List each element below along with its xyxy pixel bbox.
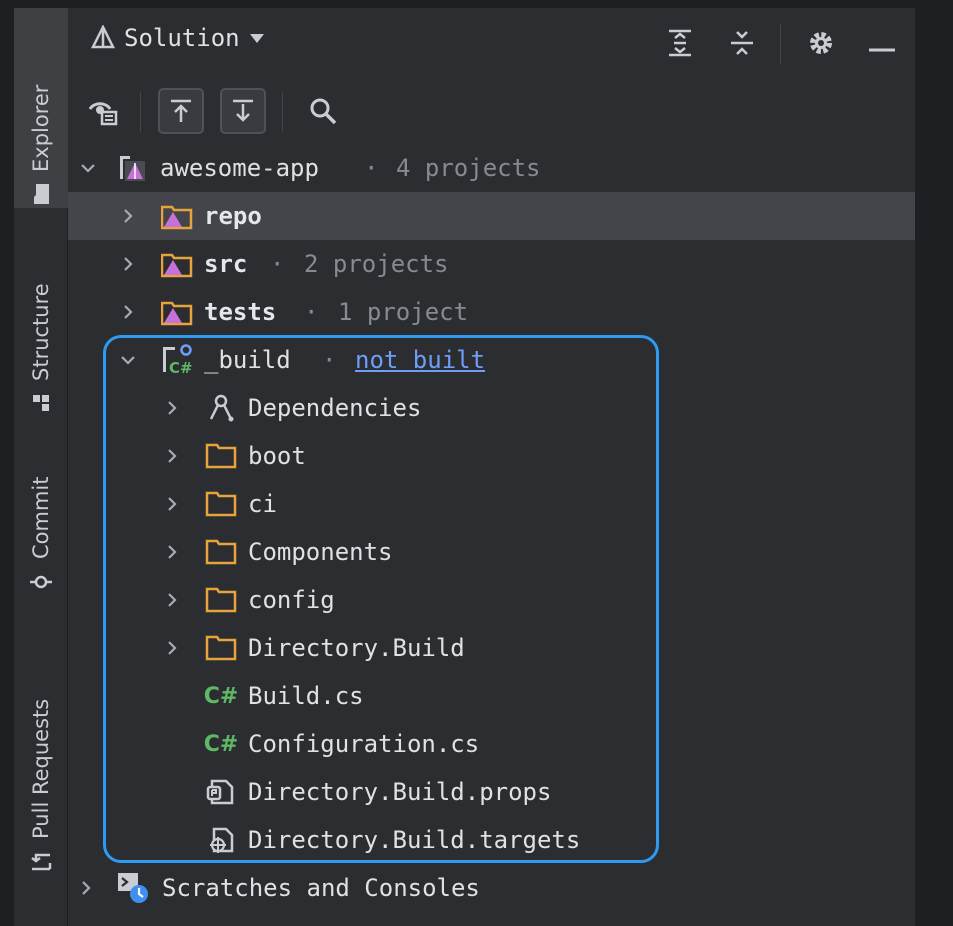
folder-name: tests xyxy=(204,298,277,326)
commit-icon xyxy=(30,575,52,589)
separator-dot: · xyxy=(304,298,319,326)
solution-folder-icon xyxy=(160,295,194,329)
tool-tab-pull-requests[interactable]: Pull Requests xyxy=(14,633,68,873)
gear-icon xyxy=(810,32,832,54)
view-options-icon xyxy=(88,102,118,126)
tool-tab-label: Explorer xyxy=(29,84,53,172)
toolbar-separator xyxy=(140,92,141,132)
chevron-down-icon xyxy=(249,34,264,43)
rider-solution-icon xyxy=(90,25,116,49)
folder-name: src xyxy=(204,250,248,278)
tool-tab-structure[interactable]: Structure xyxy=(14,233,68,413)
scroll-to-source-button[interactable] xyxy=(220,88,266,134)
solution-icon xyxy=(116,151,150,185)
collapse-all-button[interactable] xyxy=(728,28,756,62)
minimize-icon xyxy=(869,48,895,52)
chevron-right-icon[interactable] xyxy=(120,304,136,320)
panel-header: Solution xyxy=(68,8,915,76)
scroll-to-source-icon xyxy=(233,99,253,122)
expand-all-button[interactable] xyxy=(666,28,694,62)
scroll-from-source-icon xyxy=(171,99,191,122)
search-icon xyxy=(310,98,337,125)
node-label: Scratches and Consoles xyxy=(162,874,480,902)
panel-toolbar xyxy=(68,78,915,138)
structure-icon xyxy=(33,395,49,411)
project-count: 2 projects xyxy=(304,250,449,278)
tool-window-strip: Explorer Structure Commit Pull Requests xyxy=(14,8,68,926)
chevron-right-icon[interactable] xyxy=(120,208,136,224)
minimize-button[interactable] xyxy=(868,38,896,57)
solution-folder-icon xyxy=(160,247,194,281)
settings-button[interactable] xyxy=(806,28,836,62)
chevron-down-icon[interactable] xyxy=(80,160,96,176)
project-count: 4 projects xyxy=(396,154,541,182)
solution-view-label: Solution xyxy=(124,24,240,52)
scroll-from-source-button[interactable] xyxy=(158,88,204,134)
collapse-all-icon xyxy=(731,31,753,55)
separator-dot: · xyxy=(270,250,285,278)
folder-icon xyxy=(34,184,49,204)
scratches-icon xyxy=(116,871,150,905)
toolbar-separator xyxy=(282,92,283,132)
search-button[interactable] xyxy=(300,88,346,134)
tool-tab-label: Structure xyxy=(29,283,53,381)
tree-node-folder[interactable]: repo xyxy=(68,192,915,240)
expand-all-icon xyxy=(669,29,691,57)
highlight-outline xyxy=(103,335,659,863)
separator-dot: · xyxy=(364,154,379,182)
tree-node-scratches[interactable]: Scratches and Consoles xyxy=(68,864,915,912)
tool-tab-commit[interactable]: Commit xyxy=(14,453,68,593)
tool-tab-label: Pull Requests xyxy=(29,698,53,839)
pull-request-icon xyxy=(31,853,52,871)
tool-tab-explorer[interactable]: Explorer xyxy=(14,8,68,208)
chevron-right-icon[interactable] xyxy=(78,880,94,896)
tool-tab-label: Commit xyxy=(29,476,53,560)
solution-name: awesome-app xyxy=(160,154,319,182)
project-count: 1 project xyxy=(338,298,469,326)
tree-node-folder[interactable]: src · 2 projects xyxy=(68,240,915,288)
solution-folder-icon xyxy=(160,199,194,233)
solution-view-dropdown[interactable]: Solution xyxy=(90,24,266,52)
tree-node-folder[interactable]: tests · 1 project xyxy=(68,288,915,336)
chevron-right-icon[interactable] xyxy=(120,256,136,272)
tree-node-solution[interactable]: awesome-app · 4 projects xyxy=(68,144,915,192)
view-options-button[interactable] xyxy=(80,88,126,134)
folder-name: repo xyxy=(204,202,262,230)
header-separator xyxy=(780,24,781,64)
